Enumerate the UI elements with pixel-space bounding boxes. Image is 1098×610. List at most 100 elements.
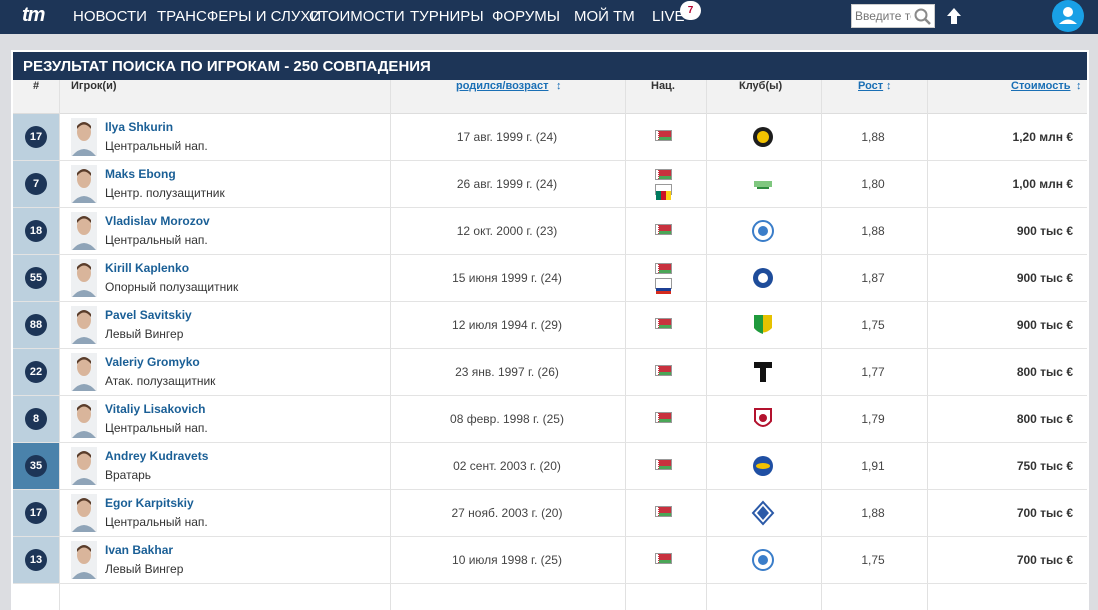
- player-market-value: 900 тыс €: [1016, 271, 1073, 285]
- table-row: 22 Valeriy Gromyko Атак. полузащитник 23 ян…: [13, 349, 1087, 396]
- player-photo[interactable]: [71, 306, 97, 344]
- player-height: 1,88: [861, 224, 885, 238]
- search-icon[interactable]: [913, 7, 933, 27]
- player-birthdate: 12 окт. 2000 г. (23): [456, 224, 558, 238]
- column-header-nation: Нац.: [651, 80, 675, 92]
- player-birthdate: 15 июня 1999 г. (24): [452, 271, 562, 285]
- shirt-number: 8: [25, 408, 47, 430]
- player-name-link[interactable]: Vitaliy Lisakovich: [105, 402, 206, 416]
- search-input[interactable]: [855, 7, 911, 25]
- player-height: 1,91: [861, 459, 885, 473]
- player-birthdate: 27 нояб. 2003 г. (20): [451, 506, 563, 520]
- player-photo[interactable]: [71, 541, 97, 579]
- player-height: 1,75: [861, 553, 885, 567]
- table-row: 18 Vladislav Morozov Центральный нап. 12 ок…: [13, 208, 1087, 255]
- club-crest-icon[interactable]: [751, 406, 775, 432]
- player-photo[interactable]: [71, 400, 97, 438]
- shirt-number-cell: 35: [13, 443, 59, 489]
- player-birthdate: 26 авг. 1999 г. (24): [456, 177, 558, 191]
- club-crest-icon[interactable]: [751, 500, 775, 526]
- player-name-link[interactable]: Maks Ebong: [105, 167, 176, 181]
- player-name-link[interactable]: Pavel Savitskiy: [105, 308, 192, 322]
- shirt-number: 22: [25, 361, 47, 383]
- nav-item-transfers[interactable]: ТРАНСФЕРЫ И СЛУХИ: [157, 8, 321, 25]
- player-name-link[interactable]: Ivan Bakhar: [105, 543, 173, 557]
- player-photo[interactable]: [71, 165, 97, 203]
- nav-item-news[interactable]: НОВОСТИ: [73, 8, 147, 25]
- player-market-value: 900 тыс €: [1016, 318, 1073, 332]
- club-crest-icon[interactable]: [751, 359, 775, 385]
- shirt-number-cell: 22: [13, 349, 59, 395]
- player-name-link[interactable]: Valeriy Gromyko: [105, 355, 200, 369]
- nav-item-market-values[interactable]: СТОИМОСТИ: [309, 8, 405, 25]
- sort-born-icon[interactable]: ↕: [556, 80, 562, 114]
- player-birthdate: 12 июля 1994 г. (29): [452, 318, 562, 332]
- player-search-results: РЕЗУЛЬТАТ ПОИСКА ПО ИГРОКАМ - 250 СОВПАД…: [11, 50, 1089, 610]
- user-account-button[interactable]: [1052, 0, 1084, 32]
- site-logo[interactable]: tm: [22, 4, 45, 27]
- flag-russia-icon: [655, 278, 672, 294]
- player-market-value: 700 тыс €: [1016, 553, 1073, 567]
- shirt-number: 35: [25, 455, 47, 477]
- scroll-top-arrow-icon[interactable]: [945, 6, 963, 26]
- club-crest-icon[interactable]: [751, 312, 775, 338]
- shirt-number-cell: 18: [13, 208, 59, 254]
- column-header-height[interactable]: Рост: [858, 80, 883, 114]
- flag-belarus-icon: [655, 224, 672, 235]
- nav-item-my-tm[interactable]: МОЙ TM: [574, 8, 635, 25]
- player-market-value: 1,20 млн €: [1012, 130, 1073, 144]
- flag-belarus-icon: [655, 263, 672, 274]
- player-position: Центральный нап.: [105, 139, 208, 153]
- player-market-value: 900 тыс €: [1016, 224, 1073, 238]
- player-photo[interactable]: [71, 494, 97, 532]
- nav-item-forums[interactable]: ФОРУМЫ: [492, 8, 560, 25]
- flag-belarus-icon: [655, 318, 672, 329]
- sort-height-icon[interactable]: ↕: [886, 80, 892, 114]
- table-row: 7 Maks Ebong Центр. полузащитник 26 авг. 19…: [13, 161, 1087, 208]
- player-height: 1,75: [861, 318, 885, 332]
- player-position: Атак. полузащитник: [105, 374, 216, 388]
- shirt-number-cell: 17: [13, 114, 59, 160]
- player-birthdate: 23 янв. 1997 г. (26): [455, 365, 559, 379]
- player-name-link[interactable]: Ilya Shkurin: [105, 120, 173, 134]
- column-header-born[interactable]: родился/возраст: [456, 80, 548, 114]
- shirt-number: 17: [25, 126, 47, 148]
- flag-belarus-icon: [655, 412, 672, 423]
- sort-value-icon[interactable]: ↕: [1076, 80, 1082, 114]
- shirt-number: 55: [25, 267, 47, 289]
- club-crest-icon[interactable]: [751, 218, 775, 244]
- player-photo[interactable]: [71, 353, 97, 391]
- flag-belarus-icon: [655, 459, 672, 470]
- player-name-link[interactable]: Andrey Kudravets: [105, 449, 208, 463]
- club-crest-icon[interactable]: [751, 453, 775, 479]
- player-market-value: 1,00 млн €: [1012, 177, 1073, 191]
- player-market-value: 800 тыс €: [1016, 365, 1073, 379]
- player-photo[interactable]: [71, 447, 97, 485]
- flag-belarus-icon: [655, 130, 672, 141]
- player-birthdate: 02 сент. 2003 г. (20): [453, 459, 561, 473]
- player-name-link[interactable]: Egor Karpitskiy: [105, 496, 194, 510]
- club-crest-icon[interactable]: [751, 171, 775, 197]
- player-name-link[interactable]: Vladislav Morozov: [105, 214, 210, 228]
- player-photo[interactable]: [71, 212, 97, 250]
- shirt-number: 18: [25, 220, 47, 242]
- player-position: Центральный нап.: [105, 515, 208, 529]
- column-header-value[interactable]: Стоимость: [1011, 80, 1071, 114]
- flag-belarus-icon: [655, 506, 672, 517]
- nav-item-competitions[interactable]: ТУРНИРЫ: [410, 8, 484, 25]
- club-crest-icon[interactable]: [751, 547, 775, 573]
- shirt-number-cell: 13: [13, 537, 59, 583]
- player-market-value: 800 тыс €: [1016, 412, 1073, 426]
- table-row: 88 Pavel Savitskiy Левый Вингер 12 июля 199…: [13, 302, 1087, 349]
- column-header-player: Игрок(и): [71, 80, 117, 92]
- table-row: 17 Egor Karpitskiy Центральный нап. 27 нояб…: [13, 490, 1087, 537]
- table-row: 8 Vitaliy Lisakovich Центральный нап. 08 фе…: [13, 396, 1087, 443]
- player-photo[interactable]: [71, 118, 97, 156]
- player-name-link[interactable]: Kirill Kaplenko: [105, 261, 189, 275]
- club-crest-icon[interactable]: [751, 265, 775, 291]
- shirt-number-cell: 17: [13, 490, 59, 536]
- player-height: 1,80: [861, 177, 885, 191]
- club-crest-icon[interactable]: [751, 124, 775, 150]
- table-row: 13 Ivan Bakhar Левый Вингер 10 июля 1998 г.…: [13, 537, 1087, 584]
- player-photo[interactable]: [71, 259, 97, 297]
